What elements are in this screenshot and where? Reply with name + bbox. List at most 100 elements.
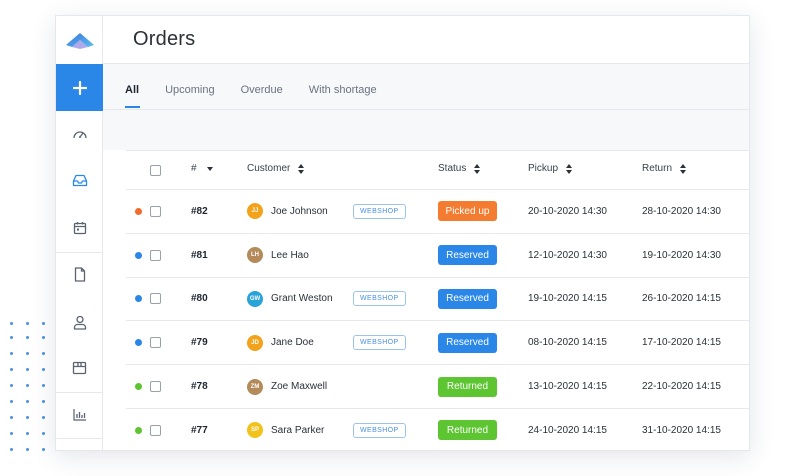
- tab-bar: All Upcoming Overdue With shortage: [103, 64, 749, 110]
- page-title: Orders: [133, 28, 196, 50]
- table-row[interactable]: #78 ZM Zoe Maxwell Returned 13-10-2020 14:15…: [126, 365, 749, 409]
- column-status[interactable]: Status: [438, 163, 481, 174]
- return-date: 19-10-2020 14:30: [642, 249, 721, 261]
- pickup-date: 12-10-2020 14:30: [528, 249, 607, 261]
- status-dot: [135, 383, 142, 391]
- order-number: #82: [191, 205, 208, 217]
- sidebar: [56, 16, 103, 450]
- avatar: JJ: [247, 203, 263, 220]
- column-return[interactable]: Return: [642, 163, 687, 174]
- status-dot: [135, 295, 142, 303]
- sidebar-item-inbox[interactable]: [56, 158, 103, 202]
- orders-table: # Customer Status Pickup Return #82 JJ Joe…: [126, 150, 749, 450]
- customer-cell[interactable]: SP Sara Parker: [247, 409, 325, 450]
- calendar-icon: [73, 222, 86, 235]
- pickup-date: 08-10-2020 14:15: [528, 337, 607, 349]
- status-badge: Returned: [438, 420, 497, 441]
- webshop-badge: WEBSHOP: [353, 291, 406, 307]
- main-content: Orders All Upcoming Overdue With shortage #…: [103, 16, 749, 450]
- box-icon: [72, 361, 87, 375]
- toolbar-area: [103, 110, 749, 150]
- tab-with-shortage[interactable]: With shortage: [309, 84, 377, 96]
- inbox-icon: [72, 174, 87, 186]
- return-date: 22-10-2020 14:15: [642, 381, 721, 393]
- row-checkbox[interactable]: [150, 249, 161, 261]
- user-icon: [73, 315, 86, 330]
- order-number: #77: [191, 424, 208, 436]
- return-date: 28-10-2020 14:30: [642, 205, 721, 217]
- pickup-date: 24-10-2020 14:15: [528, 424, 607, 436]
- table-row[interactable]: #81 LH Lee Hao Reserved 12-10-2020 14:30 19-1…: [126, 233, 749, 278]
- webshop-badge: WEBSHOP: [353, 422, 406, 438]
- table-row[interactable]: #80 GW Grant Weston WEBSHOP Reserved 19-10-20…: [126, 277, 749, 322]
- row-checkbox[interactable]: [150, 337, 161, 349]
- tab-all[interactable]: All: [125, 84, 141, 108]
- page-header: Orders: [103, 16, 749, 64]
- column-customer[interactable]: Customer: [247, 163, 305, 174]
- table-row[interactable]: #77 SP Sara Parker WEBSHOP Returned 24-10-202…: [126, 408, 749, 450]
- pickup-date: 13-10-2020 14:15: [528, 381, 607, 393]
- return-date: 31-10-2020 14:15: [642, 424, 721, 436]
- sort-icon: [566, 163, 573, 174]
- add-button[interactable]: [56, 64, 103, 111]
- table-row[interactable]: #79 JD Jane Doe WEBSHOP Reserved 08-10-2020 1…: [126, 321, 749, 366]
- customer-cell[interactable]: JJ Joe Johnson: [247, 190, 328, 233]
- avatar: SP: [247, 422, 263, 439]
- column-number[interactable]: #: [191, 163, 213, 174]
- avatar: JD: [247, 334, 263, 351]
- webshop-badge: WEBSHOP: [353, 203, 406, 219]
- table-row[interactable]: #82 JJ Joe Johnson WEBSHOP Picked up 20-10-20…: [126, 190, 749, 234]
- sidebar-item-dashboard[interactable]: [56, 112, 103, 156]
- sort-desc-icon: [206, 166, 213, 171]
- column-pickup[interactable]: Pickup: [528, 163, 573, 174]
- row-checkbox[interactable]: [150, 424, 161, 436]
- customer-name: Zoe Maxwell: [271, 381, 328, 393]
- sidebar-item-calendar[interactable]: [56, 206, 103, 250]
- avatar: GW: [247, 290, 263, 307]
- table-body: #82 JJ Joe Johnson WEBSHOP Picked up 20-10-20…: [126, 190, 749, 450]
- pickup-date: 19-10-2020 14:15: [528, 293, 607, 305]
- sidebar-item-reports[interactable]: [56, 392, 103, 436]
- sort-icon: [474, 163, 481, 174]
- sidebar-divider: [56, 438, 103, 439]
- status-dot: [135, 207, 142, 215]
- status-badge: Reserved: [438, 332, 497, 353]
- app-window: Orders All Upcoming Overdue With shortage #…: [55, 15, 750, 451]
- sort-icon: [680, 163, 687, 174]
- webshop-badge: WEBSHOP: [353, 335, 406, 351]
- customer-name: Sara Parker: [271, 424, 325, 436]
- select-all-checkbox[interactable]: [150, 165, 161, 176]
- status-dot: [135, 426, 142, 434]
- sort-icon: [298, 163, 305, 174]
- return-date: 26-10-2020 14:15: [642, 293, 721, 305]
- status-badge: Reserved: [438, 245, 497, 266]
- table-header: # Customer Status Pickup Return: [126, 150, 749, 190]
- logo-icon: [65, 33, 94, 49]
- document-icon: [74, 266, 85, 282]
- avatar: LH: [247, 247, 263, 264]
- status-dot: [135, 251, 142, 259]
- avatar: ZM: [247, 378, 263, 395]
- customer-name: Lee Hao: [271, 249, 309, 261]
- order-number: #78: [191, 381, 208, 393]
- order-number: #79: [191, 337, 208, 349]
- sidebar-item-products[interactable]: [56, 346, 103, 390]
- row-checkbox[interactable]: [150, 205, 161, 217]
- sidebar-item-customers[interactable]: [56, 300, 103, 344]
- customer-name: Grant Weston: [271, 293, 333, 305]
- status-badge: Returned: [438, 376, 497, 397]
- customer-cell[interactable]: JD Jane Doe: [247, 321, 314, 364]
- tabs: All Upcoming Overdue With shortage: [125, 84, 403, 108]
- row-checkbox[interactable]: [150, 293, 161, 305]
- tab-overdue[interactable]: Overdue: [241, 84, 283, 96]
- return-date: 17-10-2020 14:15: [642, 337, 721, 349]
- order-number: #81: [191, 249, 208, 261]
- customer-cell[interactable]: ZM Zoe Maxwell: [247, 365, 327, 408]
- customer-cell[interactable]: GW Grant Weston: [247, 278, 333, 321]
- row-checkbox[interactable]: [150, 381, 161, 393]
- pickup-date: 20-10-2020 14:30: [528, 205, 607, 217]
- status-badge: Picked up: [438, 201, 497, 222]
- sidebar-item-documents[interactable]: [56, 252, 103, 296]
- tab-upcoming[interactable]: Upcoming: [165, 84, 215, 96]
- customer-cell[interactable]: LH Lee Hao: [247, 234, 309, 277]
